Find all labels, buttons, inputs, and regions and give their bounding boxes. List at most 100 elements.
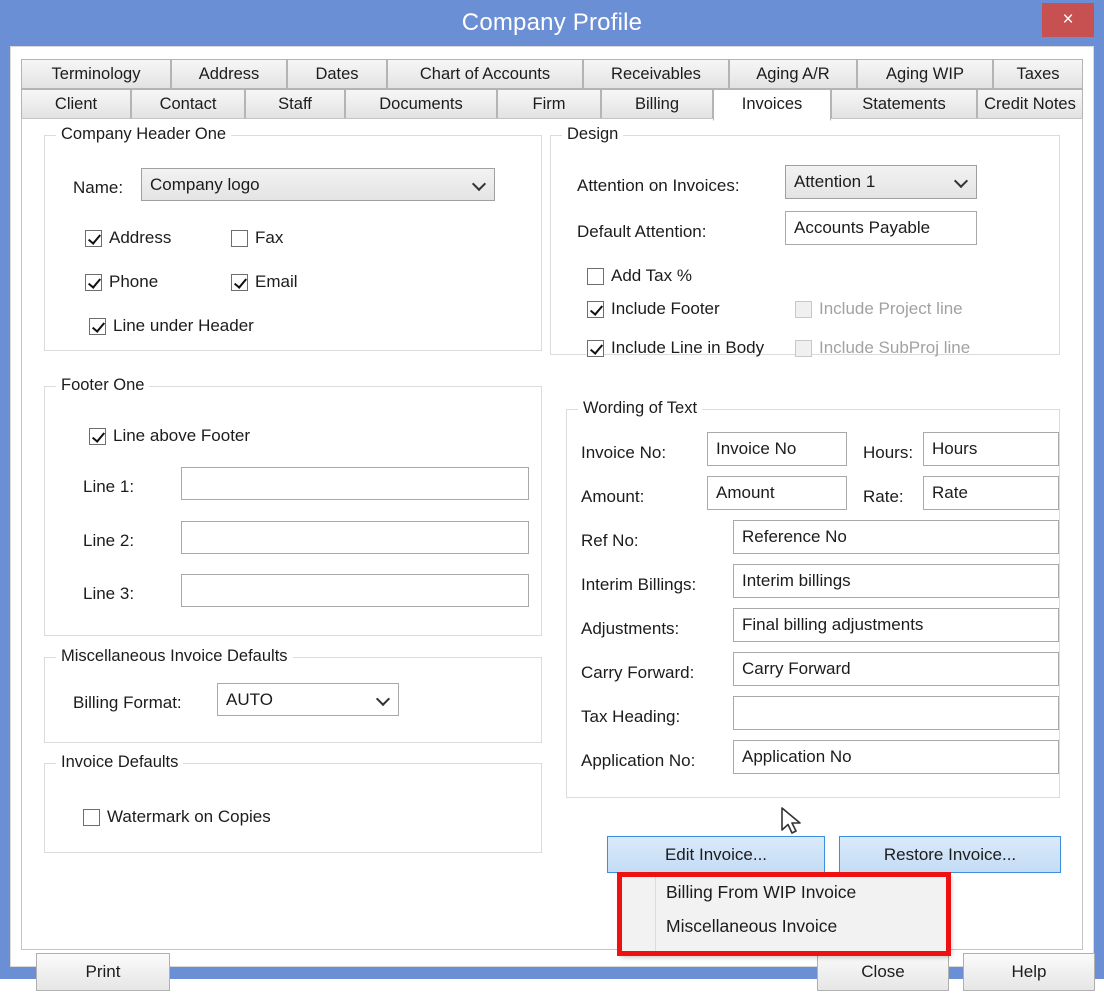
tax-heading-input[interactable] [733,696,1059,730]
checkbox-watermark-on-copies[interactable]: Watermark on Copies [83,807,271,827]
footer-one-group: Footer One Line above Footer Line 1: Lin… [44,386,542,636]
checkbox-phone-label: Phone [109,272,158,292]
invoice-no-label: Invoice No: [581,443,666,463]
checkbox-line-under-header-box [89,318,106,335]
menu-item-miscellaneous-invoice[interactable]: Miscellaneous Invoice [620,909,948,943]
tab-terminology[interactable]: Terminology [21,59,171,89]
rate-value: Rate [932,483,968,503]
checkbox-add-tax-pct[interactable]: Add Tax % [587,266,692,286]
checkbox-address[interactable]: Address [85,228,171,248]
application-no-input[interactable]: Application No [733,740,1059,774]
checkbox-include-footer[interactable]: Include Footer [587,299,720,319]
company-name-combo[interactable]: Company logo [141,168,495,201]
line-2-label: Line 2: [83,531,134,551]
restore-invoice-button[interactable]: Restore Invoice... [839,836,1061,873]
default-attention-input[interactable]: Accounts Payable [785,211,977,245]
billing-format-combo[interactable]: AUTO [217,683,399,716]
checkbox-line-above-footer-box [89,428,106,445]
tab-chart-of-accounts[interactable]: Chart of Accounts [387,59,583,89]
rate-input[interactable]: Rate [923,476,1059,510]
checkbox-line-above-footer-label: Line above Footer [113,426,250,446]
footer-one-legend: Footer One [56,376,149,395]
tab-receivables[interactable]: Receivables [583,59,729,89]
checkbox-fax[interactable]: Fax [231,228,283,248]
company-profile-window: Company Profile × TerminologyAddressDate… [0,0,1104,979]
invoice-no-input[interactable]: Invoice No [707,432,847,466]
title-bar: Company Profile × [0,0,1104,46]
close-icon[interactable]: × [1042,3,1094,37]
attention-on-invoices-combo[interactable]: Attention 1 [785,165,977,199]
checkbox-phone[interactable]: Phone [85,272,158,292]
interim-billings-value: Interim billings [742,571,851,591]
application-no-value: Application No [742,747,852,767]
checkbox-line-under-header-label: Line under Header [113,316,254,336]
ref-no-input[interactable]: Reference No [733,520,1059,554]
tab-contact[interactable]: Contact [131,89,245,119]
tab-credit-notes[interactable]: Credit Notes [977,89,1083,119]
tab-statements[interactable]: Statements [831,89,977,119]
wording-of-text-group: Wording of Text Invoice No: Invoice No H… [566,409,1060,798]
amount-input[interactable]: Amount [707,476,847,510]
checkbox-fax-box [231,230,248,247]
print-button[interactable]: Print [36,953,170,991]
tab-billing[interactable]: Billing [601,89,713,119]
checkbox-include-line-in-body-box [587,340,604,357]
tab-documents[interactable]: Documents [345,89,497,119]
carry-forward-input[interactable]: Carry Forward [733,652,1059,686]
checkbox-email[interactable]: Email [231,272,298,292]
rate-label: Rate: [863,487,904,507]
misc-invoice-defaults-legend: Miscellaneous Invoice Defaults [56,647,293,666]
tax-heading-label: Tax Heading: [581,707,680,727]
tab-client[interactable]: Client [21,89,131,119]
tab-invoices[interactable]: Invoices [713,89,831,121]
tab-aging-a-r[interactable]: Aging A/R [729,59,857,89]
checkbox-add-tax-label: Add Tax % [611,266,692,286]
invoice-defaults-legend: Invoice Defaults [56,753,183,772]
adjustments-input[interactable]: Final billing adjustments [733,608,1059,642]
tab-address[interactable]: Address [171,59,287,89]
name-label: Name: [73,178,123,198]
hours-input[interactable]: Hours [923,432,1059,466]
default-attention-label: Default Attention: [577,222,706,242]
interim-billings-input[interactable]: Interim billings [733,564,1059,598]
footer-line-1-input[interactable] [181,467,529,500]
checkbox-include-project-line-box [795,301,812,318]
line-1-label: Line 1: [83,477,134,497]
misc-invoice-defaults-group: Miscellaneous Invoice Defaults Billing F… [44,657,542,743]
invoice-defaults-group: Invoice Defaults Watermark on Copies [44,763,542,853]
tab-firm[interactable]: Firm [497,89,601,119]
carry-forward-value: Carry Forward [742,659,851,679]
checkbox-fax-label: Fax [255,228,283,248]
interim-billings-label: Interim Billings: [581,575,696,595]
checkbox-include-line-in-body[interactable]: Include Line in Body [587,338,764,358]
checkbox-address-box [85,230,102,247]
checkbox-include-subproj-line-box [795,340,812,357]
edit-invoice-button[interactable]: Edit Invoice... [607,836,825,873]
checkbox-include-subproj-line-label: Include SubProj line [819,338,970,358]
tab-row-bottom: ClientContactStaffDocumentsFirmBillingIn… [21,89,1083,119]
carry-forward-label: Carry Forward: [581,663,694,683]
billing-format-label: Billing Format: [73,693,182,713]
billing-format-combo-value: AUTO [226,690,273,710]
tab-taxes[interactable]: Taxes [993,59,1083,89]
company-header-one-group: Company Header One Name: Company logo Ad… [44,135,542,351]
company-header-one-legend: Company Header One [56,125,231,144]
checkbox-phone-box [85,274,102,291]
line-3-label: Line 3: [83,584,134,604]
amount-label: Amount: [581,487,644,507]
tab-aging-wip[interactable]: Aging WIP [857,59,993,89]
hours-value: Hours [932,439,977,459]
checkbox-line-above-footer[interactable]: Line above Footer [89,426,250,446]
checkbox-email-box [231,274,248,291]
help-button[interactable]: Help [963,953,1095,991]
close-button[interactable]: Close [817,953,949,991]
adjustments-label: Adjustments: [581,619,679,639]
checkbox-line-under-header[interactable]: Line under Header [89,316,254,336]
menu-item-billing-from-wip-invoice[interactable]: Billing From WIP Invoice [620,875,948,909]
footer-line-2-input[interactable] [181,521,529,554]
application-no-label: Application No: [581,751,695,771]
tab-dates[interactable]: Dates [287,59,387,89]
tab-staff[interactable]: Staff [245,89,345,119]
footer-line-3-input[interactable] [181,574,529,607]
invoices-tab-panel: Company Header One Name: Company logo Ad… [21,118,1083,950]
